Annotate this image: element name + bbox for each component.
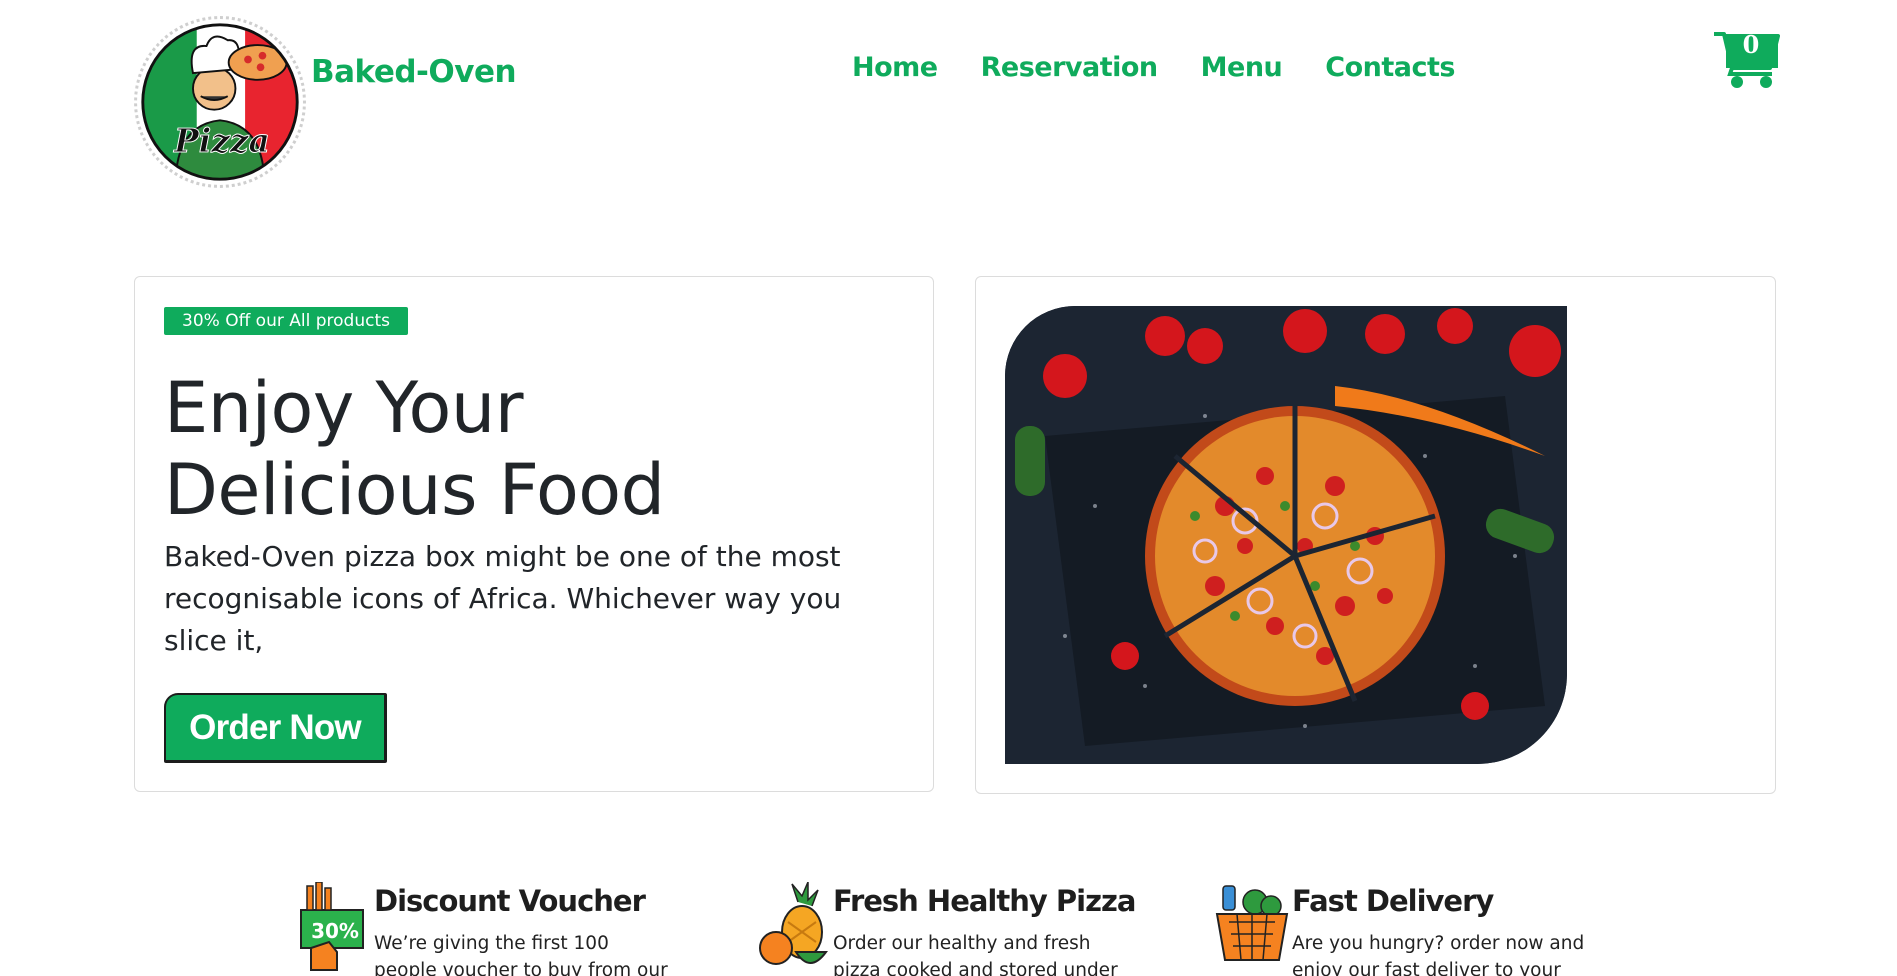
main-nav: Home Reservation Menu Contacts — [852, 52, 1455, 83]
nav-contacts[interactable]: Contacts — [1325, 52, 1455, 83]
feature-text: Order our healthy and fresh pizza cooked… — [833, 933, 1118, 976]
pizza-photo — [1005, 306, 1567, 764]
svg-text:30%: 30% — [311, 919, 359, 943]
feature-title: Fresh Healthy Pizza — [833, 884, 1136, 918]
hero-title-line1: Enjoy Your — [164, 367, 523, 449]
feature-text: We’re giving the first 100 people vouche… — [374, 933, 668, 976]
nav-menu[interactable]: Menu — [1201, 52, 1283, 83]
discount-badge: 30% Off our All products — [164, 307, 408, 335]
hero-description: Baked-Oven pizza box might be one of the… — [164, 540, 842, 657]
delivery-basket-icon — [1215, 882, 1289, 974]
nav-home[interactable]: Home — [852, 52, 938, 83]
cart-button[interactable]: 0 — [1712, 28, 1780, 90]
logo-text: Pizza — [173, 121, 270, 160]
feature-fast-delivery: Fast Delivery Are you hungry? order now … — [1215, 882, 1615, 976]
feature-fresh-pizza: Fresh Healthy Pizza Order our healthy an… — [756, 881, 1156, 976]
hero-title: Enjoy Your Delicious Food — [164, 367, 665, 531]
hero-text-card: 30% Off our All products Enjoy Your Deli… — [134, 276, 934, 792]
hero-image-card — [975, 276, 1776, 794]
fresh-fruit-icon — [756, 881, 830, 974]
pizza-logo[interactable]: Pizza — [134, 16, 306, 188]
feature-discount-voucher: 30% Discount Voucher We’re giving the fi… — [297, 881, 697, 976]
brand-name[interactable]: Baked-Oven — [311, 54, 517, 90]
nav-reservation[interactable]: Reservation — [981, 52, 1159, 83]
feature-text: Are you hungry? order now and enjoy our … — [1292, 933, 1585, 976]
hero-title-line2: Delicious Food — [164, 449, 665, 531]
feature-title: Fast Delivery — [1292, 884, 1494, 918]
discount-voucher-icon: 30% — [297, 881, 371, 974]
cart-count: 0 — [1742, 30, 1760, 59]
feature-title: Discount Voucher — [374, 884, 646, 918]
order-now-button[interactable]: Order Now — [164, 693, 387, 763]
